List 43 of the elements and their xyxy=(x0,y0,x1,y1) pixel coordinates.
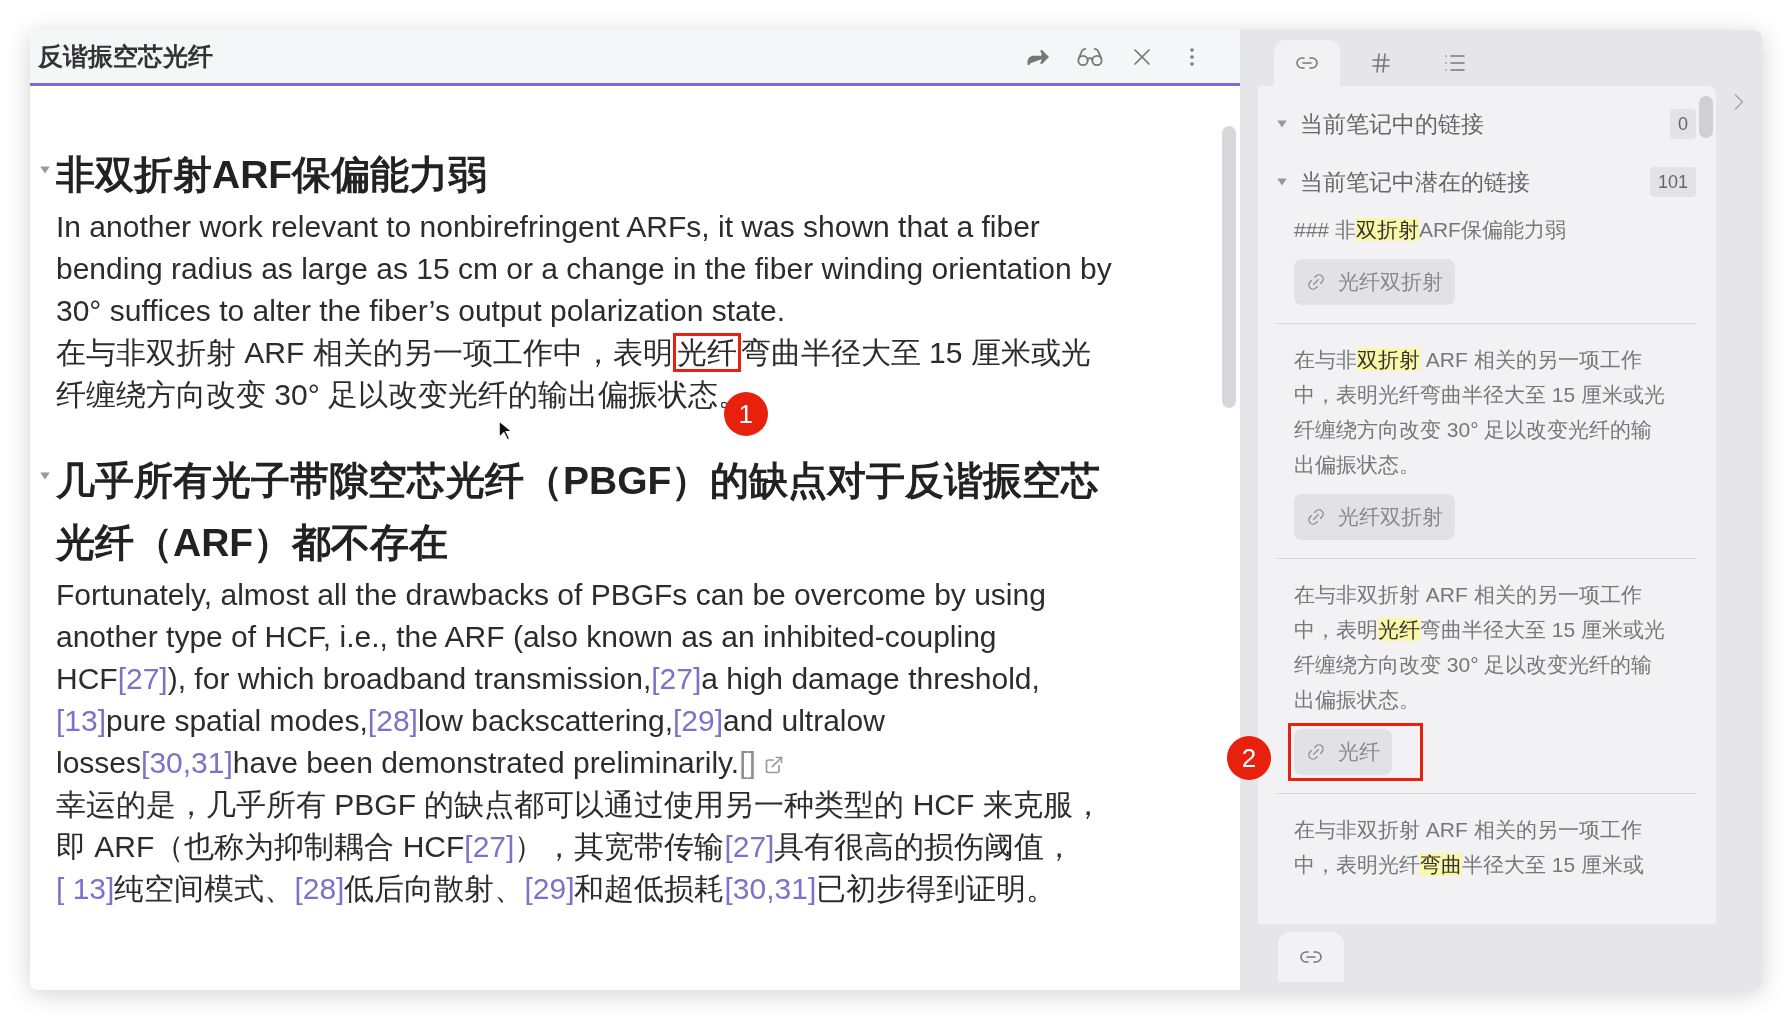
citation-link[interactable]: [28] xyxy=(294,872,345,905)
citation-link[interactable]: [29] xyxy=(673,704,724,737)
scrollbar[interactable] xyxy=(1699,96,1713,138)
paragraph: In another work relevant to nonbirefringent ARFs, it was shown that a fiber bending radius as large as 15 cm or a change in the fiber winding orientation by 30° suffices to alter the fiber’s output polarization state. xyxy=(56,209,1113,329)
step-number-badge: 2 xyxy=(1227,736,1271,780)
collapse-triangle-icon[interactable] xyxy=(39,470,51,482)
footnote-link[interactable]: [] xyxy=(739,746,756,779)
scrollbar[interactable] xyxy=(1222,126,1236,408)
citation-link[interactable]: [29] xyxy=(524,872,575,905)
citation-link[interactable]: [ 13] xyxy=(56,872,115,905)
match-snippet[interactable]: 在与非双折射 ARF 相关的另一项工作中，表明光纤弯曲半径大至 15 厘米或光纤缠绕方向改变 30° 足以改变光纤的输出偏振状态。 xyxy=(1294,577,1666,717)
citation-link[interactable]: [28] xyxy=(367,704,418,737)
collapse-triangle-icon[interactable] xyxy=(1276,118,1288,130)
link-suggestion-chip[interactable]: 光纤双折射 xyxy=(1294,259,1455,305)
group-title[interactable]: 当前笔记中潜在的链接 xyxy=(1300,164,1638,200)
citation-link[interactable]: [30,31] xyxy=(724,872,817,905)
citation-link[interactable]: [30,31] xyxy=(141,746,233,779)
count-badge: 101 xyxy=(1649,167,1696,197)
match-snippet[interactable]: ### 非双折射ARF保偏能力弱 xyxy=(1294,212,1666,247)
section-heading: 几乎所有光子带隙空芯光纤（PBGF）的缺点对于反谐振空芯光纤（ARF）都不存在 xyxy=(56,458,1102,566)
link-suggestion-chip[interactable]: 光纤 xyxy=(1294,729,1392,775)
paragraph: Fortunately, almost all the drawbacks of PBGFs can be overcome by using another type of HCF, i.e., the ARF (also known as an inhibited-coupling HCF[27]), for which broadband transmission,[27]a high damage threshold, [13]pure spatial modes,[28]low backscattering,[29]and ultralow losses[30,31]have been demonstrated preliminarily.[] xyxy=(56,577,1047,781)
count-badge: 0 xyxy=(1670,109,1696,139)
group-title[interactable]: 当前笔记中的链接 xyxy=(1300,106,1658,142)
note-title: 反谐振空芯光纤 xyxy=(38,40,214,72)
highlight-box: 光纤 xyxy=(672,333,741,372)
collapse-triangle-icon[interactable] xyxy=(39,164,51,176)
citation-link[interactable]: [27] xyxy=(724,830,775,863)
citation-link[interactable]: [27] xyxy=(464,830,515,863)
external-link-icon[interactable] xyxy=(763,755,784,775)
link-suggestion-chip[interactable]: 光纤双折射 xyxy=(1294,494,1455,540)
collapse-triangle-icon[interactable] xyxy=(1276,176,1288,188)
match-snippet[interactable]: 在与非双折射 ARF 相关的另一项工作中，表明光纤弯曲半径大至 15 厘米或 xyxy=(1294,812,1666,882)
match-snippet[interactable]: 在与非双折射 ARF 相关的另一项工作中，表明光纤弯曲半径大至 15 厘米或光纤缠绕方向改变 30° 足以改变光纤的输出偏振状态。 xyxy=(1294,342,1666,482)
citation-link[interactable]: [27] xyxy=(117,662,168,695)
citation-link[interactable]: [13] xyxy=(56,704,107,737)
section-heading: 非双折射ARF保偏能力弱 xyxy=(56,152,488,198)
paragraph: 幸运的是，几乎所有 PBGF 的缺点都可以通过使用另一种类型的 HCF 来克服，即 ARF（也称为抑制耦合 HCF[27]），其宽带传输[27]具有很高的损伤阈值， [ 13]纯空间模式、[28]低后向散射、[29]和超低损耗[30,31]已初步得到证明。 xyxy=(56,787,1104,907)
sidebar-tab[interactable] xyxy=(1278,932,1344,982)
sidebar-tab[interactable] xyxy=(1274,40,1340,86)
citation-link[interactable]: [27] xyxy=(651,662,702,695)
mouse-cursor-icon xyxy=(498,420,512,441)
hash-icon xyxy=(1369,51,1393,75)
